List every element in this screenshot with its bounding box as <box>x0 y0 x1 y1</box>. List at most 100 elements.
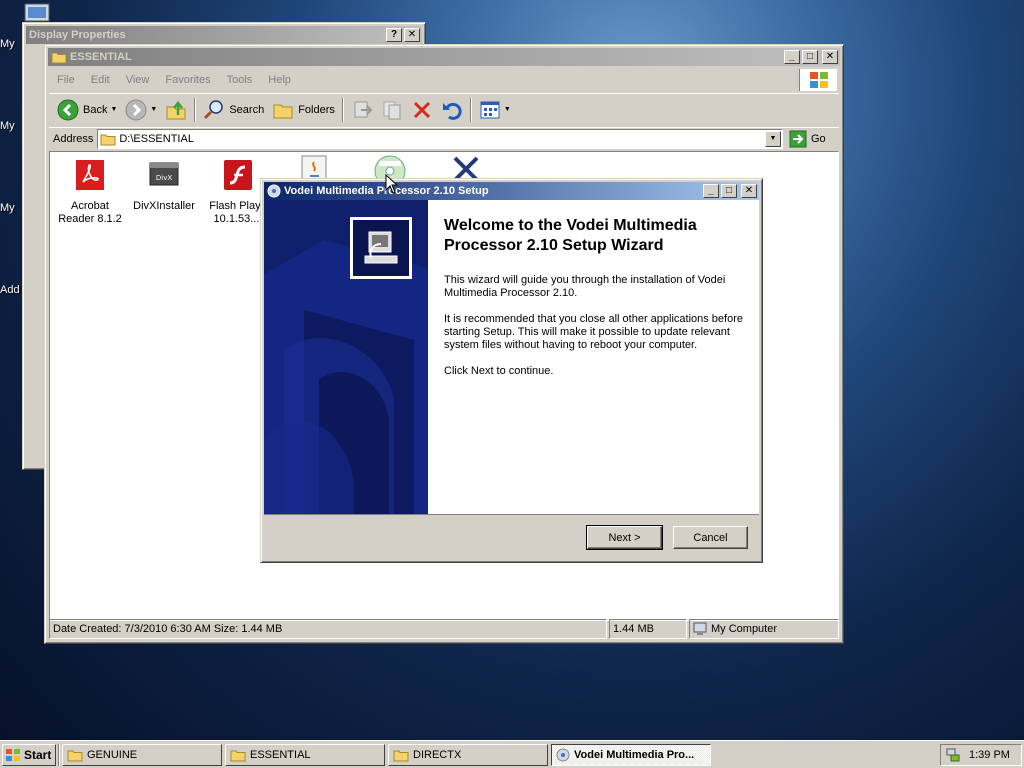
minimize-button[interactable]: _ <box>703 184 719 198</box>
back-button[interactable]: Back ▼ <box>53 96 121 124</box>
desktop-label[interactable]: Add <box>0 284 20 296</box>
desktop-label[interactable]: My <box>0 38 15 50</box>
my-computer-icon <box>693 622 707 635</box>
address-value: D:\ESSENTIAL <box>119 132 194 145</box>
window-title: ESSENTIAL <box>70 51 132 63</box>
chevron-down-icon[interactable]: ▼ <box>110 106 117 113</box>
flash-player-icon <box>224 160 252 190</box>
desktop-label[interactable]: My <box>0 202 15 214</box>
file-label: Acrobat Reader 8.1.2 <box>58 200 122 225</box>
toolbar-separator <box>341 97 344 122</box>
menu-file[interactable]: File <box>49 74 83 86</box>
taskbar-button-label: Vodei Multimedia Pro... <box>574 748 695 761</box>
copy-to-button[interactable] <box>377 96 407 124</box>
address-label: Address <box>53 132 94 145</box>
help-button[interactable]: ? <box>386 28 402 42</box>
file-item-acrobat[interactable]: Acrobat Reader 8.1.2 <box>52 158 128 226</box>
setup-logo <box>350 217 412 279</box>
go-label: Go <box>811 132 826 145</box>
svg-text:DivX: DivX <box>156 174 172 182</box>
folder-icon <box>230 750 246 761</box>
forward-button[interactable]: ▼ <box>121 96 161 124</box>
search-icon <box>204 99 224 119</box>
clock[interactable]: 1:39 PM <box>969 749 1010 761</box>
menu-tools[interactable]: Tools <box>219 74 261 86</box>
menu-help[interactable]: Help <box>260 74 299 86</box>
folders-button[interactable]: Folders <box>268 96 339 124</box>
views-icon <box>480 101 500 118</box>
status-size: 1.44 MB <box>609 619 687 639</box>
windows-flag-icon <box>6 748 20 761</box>
chevron-down-icon[interactable]: ▼ <box>504 106 511 113</box>
network-icon[interactable] <box>945 747 961 763</box>
setup-paragraph-intro: This wizard will guide you through the i… <box>444 274 726 299</box>
folders-icon <box>273 104 293 118</box>
taskbar: Start GENUINE ESSENTIAL DIRECTX Vodei Mu… <box>0 740 1024 768</box>
status-info: Date Created: 7/3/2010 6:30 AM Size: 1.4… <box>49 619 607 639</box>
maximize-button[interactable]: □ <box>802 50 818 64</box>
folders-label: Folders <box>298 103 335 116</box>
menu-edit[interactable]: Edit <box>83 74 118 86</box>
address-bar: Address D:\ESSENTIAL ▼ Go <box>49 127 839 149</box>
file-item-divx[interactable]: DivX DivXInstaller <box>126 158 202 213</box>
start-button[interactable]: Start <box>2 743 56 766</box>
status-zone: My Computer <box>689 619 839 639</box>
setup-banner-image <box>264 200 428 514</box>
undo-button[interactable] <box>437 96 467 124</box>
setup-app-icon <box>556 748 570 761</box>
delete-button[interactable] <box>407 96 437 124</box>
address-dropdown-button[interactable]: ▼ <box>765 130 781 147</box>
folder-icon <box>51 52 67 64</box>
move-to-button[interactable] <box>347 96 377 124</box>
window-title: Vodei Multimedia Processor 2.10 Setup <box>284 185 489 197</box>
setup-paragraph-continue: Click Next to continue. <box>444 365 554 377</box>
desktop-label[interactable]: My <box>0 120 15 132</box>
system-tray: 1:39 PM <box>940 744 1022 766</box>
installer-computer-icon <box>364 231 398 264</box>
maximize-button[interactable]: □ <box>721 184 737 198</box>
menu-bar: File Edit View Favorites Tools Help <box>49 69 799 91</box>
chevron-down-icon[interactable]: ▼ <box>150 106 157 113</box>
close-button[interactable]: ✕ <box>404 28 420 42</box>
taskbar-button-essential[interactable]: ESSENTIAL <box>225 743 385 766</box>
go-arrow-icon <box>789 130 807 147</box>
taskbar-button-vodei-setup[interactable]: Vodei Multimedia Pro... <box>551 743 711 766</box>
views-button[interactable]: ▼ <box>475 96 515 124</box>
search-label: Search <box>229 103 265 116</box>
minimize-button[interactable]: _ <box>784 50 800 64</box>
up-folder-button[interactable] <box>161 96 191 124</box>
setup-app-icon <box>267 184 281 198</box>
setup-dialog: Vodei Multimedia Processor 2.10 Setup _ … <box>260 178 763 563</box>
next-button[interactable]: Next > <box>586 525 663 550</box>
menu-favorites[interactable]: Favorites <box>157 74 218 86</box>
taskbar-button-label: ESSENTIAL <box>250 748 311 761</box>
search-button[interactable]: Search <box>199 96 268 124</box>
setup-titlebar[interactable]: Vodei Multimedia Processor 2.10 Setup _ … <box>264 182 759 200</box>
setup-paragraph-recommend: It is recommended that you close all oth… <box>444 313 743 351</box>
undo-icon <box>442 102 462 120</box>
setup-welcome-page: Welcome to the Vodei Multimedia Processo… <box>264 200 759 515</box>
acrobat-icon <box>76 160 104 190</box>
close-button[interactable]: ✕ <box>822 50 838 64</box>
back-arrow-icon <box>57 99 79 120</box>
explorer-titlebar[interactable]: ESSENTIAL _ □ ✕ <box>48 48 840 66</box>
display-properties-titlebar[interactable]: Display Properties ? ✕ <box>26 26 422 44</box>
taskbar-button-genuine[interactable]: GENUINE <box>62 743 222 766</box>
back-label: Back <box>83 103 108 116</box>
folder-icon <box>393 750 409 761</box>
menu-view[interactable]: View <box>118 74 158 86</box>
address-input[interactable]: D:\ESSENTIAL ▼ <box>97 128 783 149</box>
status-bar: Date Created: 7/3/2010 6:30 AM Size: 1.4… <box>49 619 839 639</box>
taskbar-button-directx[interactable]: DIRECTX <box>388 743 548 766</box>
close-button[interactable]: ✕ <box>741 184 757 198</box>
window-title: Display Properties <box>29 29 126 41</box>
toolbar-separator <box>194 97 197 122</box>
forward-arrow-icon <box>125 99 147 120</box>
taskbar-separator <box>58 743 60 766</box>
divx-installer-icon: DivX <box>149 162 179 186</box>
go-button[interactable]: Go <box>787 130 839 148</box>
cancel-button[interactable]: Cancel <box>673 526 748 549</box>
taskbar-button-label: GENUINE <box>87 748 138 761</box>
folder-icon <box>100 134 116 145</box>
start-label: Start <box>24 747 52 762</box>
